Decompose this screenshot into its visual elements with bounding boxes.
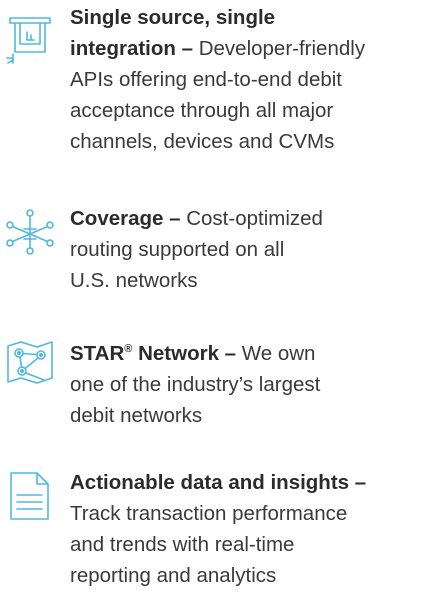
feature-line: and trends with real-time — [70, 529, 420, 560]
feature-line: reporting and analytics — [70, 560, 420, 591]
feature-desc: Cost-optimized — [180, 207, 323, 230]
feature-text: Coverage – Cost-optimized routing suppor… — [70, 203, 420, 296]
feature-line: debit networks — [70, 400, 420, 431]
feature-desc: Track transaction performance — [70, 502, 348, 525]
feature-line: Single source, single — [70, 2, 420, 33]
feature-text: STAR® Network – We own one of the indust… — [70, 338, 420, 431]
feature-line: APIs offering end-to-end debit — [70, 64, 420, 95]
feature-title: integration – — [70, 37, 194, 60]
network-routing-icon — [4, 205, 56, 257]
feature-line: Actionable data and insights – — [70, 467, 420, 498]
feature-title: Coverage – — [70, 207, 181, 230]
feature-desc: U.S. networks — [70, 269, 198, 292]
feature-desc: acceptance through all major — [70, 99, 334, 122]
card-terminal-icon — [4, 14, 56, 66]
feature-title: Single source, single — [70, 6, 276, 29]
feature-title: Actionable data and insights – — [70, 471, 367, 494]
feature-line: Track transaction performance — [70, 498, 420, 529]
feature-desc: routing supported on all — [70, 238, 285, 261]
star-brand: STAR — [70, 342, 125, 365]
document-icon — [4, 469, 56, 521]
feature-line: channels, devices and CVMs — [70, 126, 420, 157]
feature-desc: reporting and analytics — [70, 564, 277, 587]
feature-title: Network – — [132, 342, 237, 365]
network-map-icon — [4, 336, 56, 388]
feature-line: U.S. networks — [70, 265, 420, 296]
feature-desc: channels, devices and CVMs — [70, 130, 335, 153]
feature-line: acceptance through all major — [70, 95, 420, 126]
feature-desc: debit networks — [70, 404, 203, 427]
feature-line: integration – Developer-friendly — [70, 33, 420, 64]
feature-line: Coverage – Cost-optimized — [70, 203, 420, 234]
feature-desc: APIs offering end-to-end debit — [70, 68, 342, 91]
feature-desc: Developer-friendly — [193, 37, 366, 60]
feature-line: routing supported on all — [70, 234, 420, 265]
feature-line: one of the industry’s largest — [70, 369, 420, 400]
feature-desc: and trends with real-time — [70, 533, 295, 556]
feature-text: Single source, single integration – Deve… — [70, 2, 420, 157]
feature-line: STAR® Network – We own — [70, 338, 420, 369]
feature-desc: one of the industry’s largest — [70, 373, 321, 396]
feature-desc: We own — [236, 342, 316, 365]
feature-text: Actionable data and insights – Track tra… — [70, 467, 420, 591]
